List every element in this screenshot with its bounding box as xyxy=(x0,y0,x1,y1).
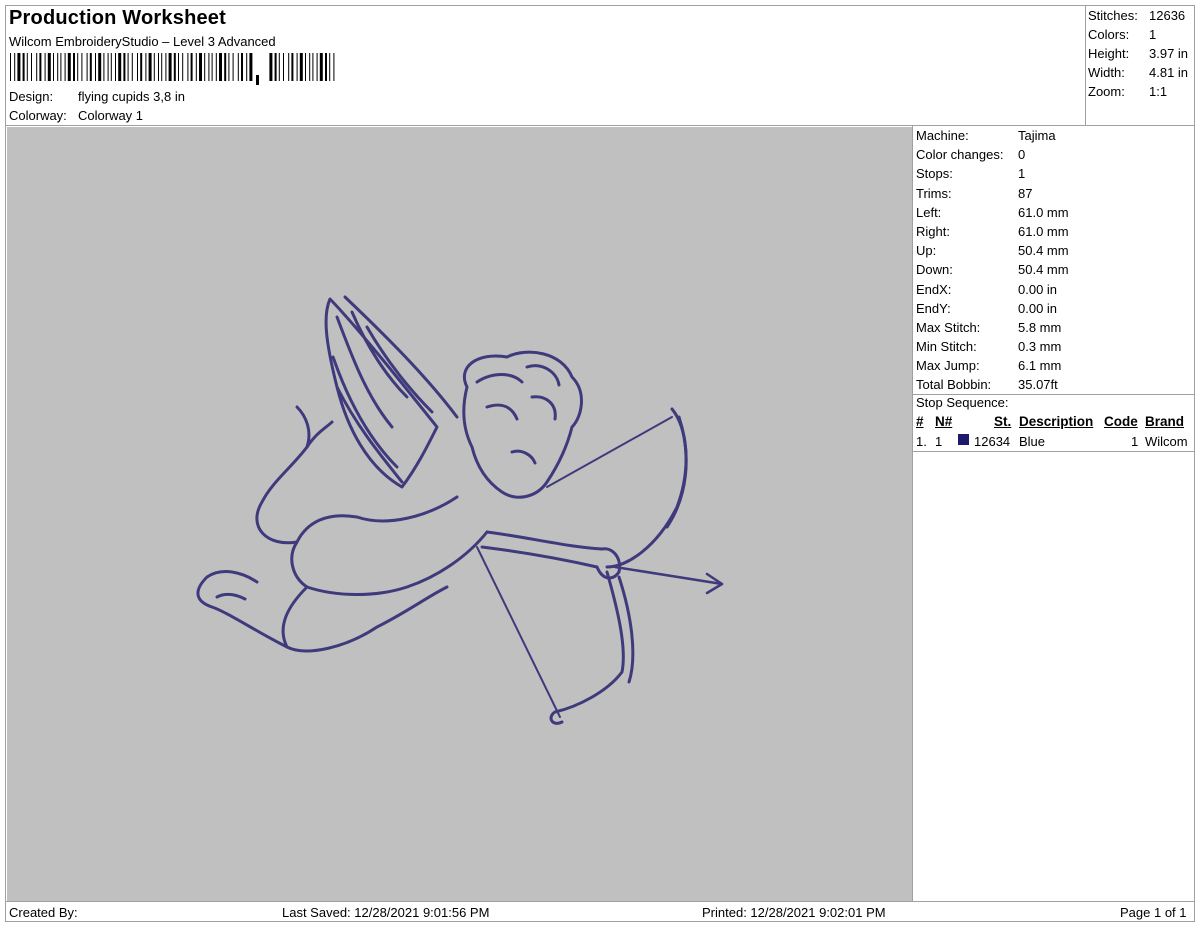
summary-value: 1 xyxy=(1149,27,1157,42)
stat-value: 50.4 mm xyxy=(1018,243,1069,259)
stat-value: 61.0 mm xyxy=(1018,204,1069,220)
last-saved: Last Saved: 12/28/2021 9:01:56 PM xyxy=(282,905,490,920)
stat-label: Stops: xyxy=(916,166,953,182)
stat-row: Min Stitch: 0.3 mm xyxy=(916,337,1194,356)
col-header-num: # xyxy=(916,414,924,429)
stop-table-divider xyxy=(912,451,1195,452)
stat-value: 0 xyxy=(1018,147,1026,163)
stat-row: Down: 50.4 mm xyxy=(916,260,1194,279)
stat-value: 61.0 mm xyxy=(1018,223,1069,239)
stat-label: Color changes: xyxy=(916,147,1004,163)
col-header-needle: N# xyxy=(935,414,953,429)
summary-label: Width: xyxy=(1088,65,1125,80)
summary-row: Width: 4.81 in xyxy=(1088,63,1194,82)
printed-date: Printed: 12/28/2021 9:02:01 PM xyxy=(702,905,886,920)
colorway-row: Colorway: Colorway 1 xyxy=(9,108,143,123)
stat-value: 0.00 in xyxy=(1018,300,1058,316)
barcode xyxy=(10,53,335,85)
stat-row: EndY: 0.00 in xyxy=(916,299,1194,318)
stat-value: 0.00 in xyxy=(1018,281,1058,297)
stat-row: Color changes: 0 xyxy=(916,145,1194,164)
stat-row: Machine: Tajima xyxy=(916,126,1194,145)
design-value: flying cupids 3,8 in xyxy=(78,89,185,104)
stat-label: Min Stitch: xyxy=(916,339,977,355)
summary-label: Zoom: xyxy=(1088,84,1125,99)
summary-label: Colors: xyxy=(1088,27,1130,42)
colorway-label: Colorway: xyxy=(9,108,67,123)
stat-row: Left: 61.0 mm xyxy=(916,203,1194,222)
stat-label: Machine: xyxy=(916,128,969,143)
stat-row: Right: 61.0 mm xyxy=(916,222,1194,241)
stop-description: Blue xyxy=(1019,434,1046,449)
stop-stitches: 12634 xyxy=(974,434,1011,449)
design-label: Design: xyxy=(9,89,54,104)
stat-label: Left: xyxy=(916,204,942,220)
summary-label: Stitches: xyxy=(1088,8,1138,23)
stat-value: 87 xyxy=(1018,185,1033,201)
summary-row: Stitches: 12636 xyxy=(1088,6,1194,25)
stop-sequence-title: Stop Sequence: xyxy=(916,395,1009,410)
summary-row: Height: 3.97 in xyxy=(1088,44,1194,63)
summary-row: Colors: 1 xyxy=(1088,25,1194,44)
stat-row: EndX: 0.00 in xyxy=(916,280,1194,299)
stat-label: EndX: xyxy=(916,281,952,297)
stat-value: 1 xyxy=(1018,166,1026,182)
summary-divider xyxy=(1085,5,1086,126)
stat-row: Up: 50.4 mm xyxy=(916,241,1194,260)
stat-label: Max Stitch: xyxy=(916,319,981,335)
stat-label: Total Bobbin: xyxy=(916,377,992,393)
stat-label: Down: xyxy=(916,262,953,278)
col-header-stitches: St. xyxy=(994,414,1012,429)
stat-label: Up: xyxy=(916,243,937,259)
stat-label: Trims: xyxy=(916,185,952,201)
colorway-value: Colorway 1 xyxy=(78,108,144,123)
col-header-brand: Brand xyxy=(1145,414,1185,429)
stat-label: Max Jump: xyxy=(916,358,980,374)
stat-label: Right: xyxy=(916,223,950,239)
created-by: Created By: xyxy=(9,905,78,920)
stat-value: Tajima xyxy=(1018,128,1056,143)
stat-row: Max Stitch: 5.8 mm xyxy=(916,318,1194,337)
stat-value: 5.8 mm xyxy=(1018,319,1062,335)
stat-row: Stops: 1 xyxy=(916,164,1194,183)
software-name: Wilcom EmbroideryStudio – Level 3 Advanc… xyxy=(9,34,276,49)
page-number: Page 1 of 1 xyxy=(1120,905,1187,920)
page-title: Production Worksheet xyxy=(9,7,226,29)
stat-value: 6.1 mm xyxy=(1018,358,1062,374)
col-header-description: Description xyxy=(1019,414,1094,429)
summary-value: 1:1 xyxy=(1149,84,1168,99)
design-row: Design: flying cupids 3,8 in xyxy=(9,89,185,104)
stat-row: Max Jump: 6.1 mm xyxy=(916,356,1194,375)
stop-num: 1. xyxy=(916,434,927,449)
summary-row: Zoom: 1:1 xyxy=(1088,82,1194,101)
stat-label: EndY: xyxy=(916,300,951,316)
stop-needle: 1 xyxy=(935,434,943,449)
stop-code: 1 xyxy=(1131,434,1139,449)
stat-row: Total Bobbin: 35.07ft xyxy=(916,375,1194,394)
summary-value: 3.97 in xyxy=(1149,46,1189,61)
thread-color-swatch xyxy=(958,434,969,445)
panel-divider xyxy=(912,125,913,902)
stat-row: Trims: 87 xyxy=(916,184,1194,203)
stop-brand: Wilcom xyxy=(1145,434,1188,449)
design-preview-canvas[interactable] xyxy=(7,127,912,901)
cupid-embroidery-image xyxy=(196,295,724,725)
col-header-code: Code xyxy=(1104,414,1138,429)
stat-value: 50.4 mm xyxy=(1018,262,1069,278)
summary-value: 12636 xyxy=(1149,8,1186,23)
summary-value: 4.81 in xyxy=(1149,65,1189,80)
footer-divider xyxy=(5,901,1195,902)
machine-stats-panel: Machine: Tajima Color changes: 0 Stops: 1 T… xyxy=(916,126,1194,395)
summary-label: Height: xyxy=(1088,46,1130,61)
stat-value: 35.07ft xyxy=(1018,377,1058,393)
stat-value: 0.3 mm xyxy=(1018,339,1062,355)
summary-panel: Stitches: 12636 Colors: 1 Height: 3.97 in W… xyxy=(1088,6,1194,101)
